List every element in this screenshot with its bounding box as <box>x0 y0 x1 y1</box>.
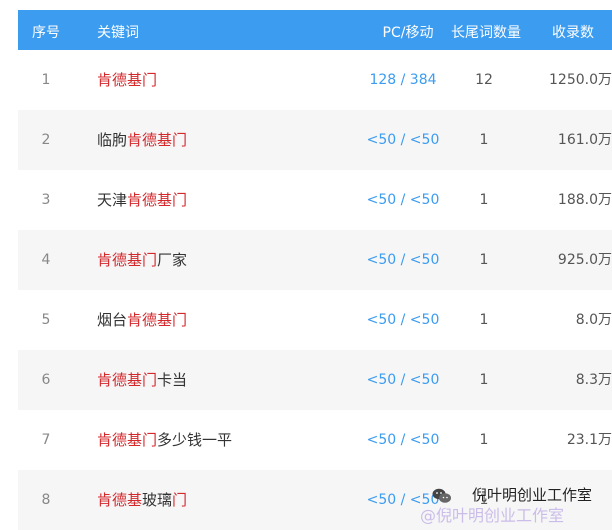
keyword-suffix: 厂家 <box>157 251 188 269</box>
table-row[interactable]: 3 天津肯德基门 <50 / <50 1 188.0万 <box>18 170 612 230</box>
keyword-highlight: 肯德基门 <box>127 311 188 329</box>
header-index: 序号 <box>32 25 60 41</box>
header-pc-mobile: PC/移动 <box>382 25 434 41</box>
row-indexed: 8.3万 <box>575 372 612 388</box>
table-row[interactable]: 6 肯德基门卡当 <50 / <50 1 8.3万 <box>18 350 612 410</box>
keyword-highlight: 肯德基门 <box>97 371 158 389</box>
row-long-tail: 1 <box>479 192 489 208</box>
table-row[interactable]: 4 肯德基门厂家 <50 / <50 1 925.0万 <box>18 230 612 290</box>
row-index: 1 <box>41 72 51 88</box>
row-index: 4 <box>41 252 51 268</box>
row-index: 7 <box>41 432 51 448</box>
row-long-tail: 1 <box>479 432 489 448</box>
row-keyword[interactable]: 天津肯德基门 <box>97 191 187 209</box>
row-keyword[interactable]: 肯德基玻璃门 <box>97 491 187 509</box>
row-indexed: 8.0万 <box>575 312 612 328</box>
row-indexed: 23.1万 <box>566 432 612 448</box>
keyword-table: 序号 关键词 PC/移动 长尾词数量 收录数 1 肯德基门 128 / 384 12 1… <box>18 10 612 530</box>
table-header: 序号 关键词 PC/移动 长尾词数量 收录数 <box>18 10 612 50</box>
row-keyword[interactable]: 烟台肯德基门 <box>97 311 187 329</box>
row-long-tail: 1 <box>479 132 489 148</box>
keyword-prefix: 临朐 <box>97 131 128 149</box>
row-long-tail: 12 <box>475 72 493 88</box>
table-row[interactable]: 5 烟台肯德基门 <50 / <50 1 8.0万 <box>18 290 612 350</box>
header-keyword: 关键词 <box>97 25 139 41</box>
header-long-tail: 长尾词数量 <box>451 25 521 41</box>
row-long-tail: 1 <box>479 372 489 388</box>
keyword-prefix: 烟台 <box>97 311 128 329</box>
row-indexed: 925.0万 <box>557 252 612 268</box>
keyword-highlight: 肯德基门 <box>97 71 158 89</box>
row-index: 2 <box>41 132 51 148</box>
table-row[interactable]: 7 肯德基门多少钱一平 <50 / <50 1 23.1万 <box>18 410 612 470</box>
row-long-tail: 1 <box>479 312 489 328</box>
keyword-highlight: 肯德基门 <box>97 251 158 269</box>
table-row[interactable]: 2 临朐肯德基门 <50 / <50 1 161.0万 <box>18 110 612 170</box>
keyword-suffix: 玻璃 <box>142 491 173 509</box>
row-keyword[interactable]: 肯德基门多少钱一平 <box>97 431 232 449</box>
row-index: 3 <box>41 192 51 208</box>
row-indexed: 1250.0万 <box>549 72 612 88</box>
row-index: 5 <box>41 312 51 328</box>
row-index: 8 <box>41 492 51 508</box>
watermark: 倪叶明创业工作室 @倪叶明创业工作室 <box>420 484 612 525</box>
row-index: 6 <box>41 372 51 388</box>
keyword-highlight: 肯德基门 <box>97 431 158 449</box>
watermark-handle: @倪叶明创业工作室 <box>420 506 565 525</box>
table-row[interactable]: 1 肯德基门 128 / 384 12 1250.0万 <box>18 50 612 110</box>
keyword-highlight: 肯德基门 <box>127 191 188 209</box>
header-indexed: 收录数 <box>552 25 594 41</box>
row-keyword[interactable]: 肯德基门卡当 <box>97 371 187 389</box>
keyword-suffix: 多少钱一平 <box>157 431 233 449</box>
table-body: 1 肯德基门 128 / 384 12 1250.0万 2 临朐肯德基门 <50 / <50 1… <box>18 50 612 530</box>
keyword-highlight: 肯德基 <box>97 491 143 509</box>
row-keyword[interactable]: 肯德基门 <box>97 71 157 89</box>
keyword-highlight: 肯德基门 <box>127 131 188 149</box>
keyword-suffix: 卡当 <box>157 371 188 389</box>
row-indexed: 161.0万 <box>557 132 612 148</box>
keyword-highlight: 门 <box>172 491 188 509</box>
keyword-prefix: 天津 <box>97 191 128 209</box>
row-indexed: 188.0万 <box>557 192 612 208</box>
row-keyword[interactable]: 肯德基门厂家 <box>97 251 187 269</box>
row-long-tail: 1 <box>479 252 489 268</box>
row-keyword[interactable]: 临朐肯德基门 <box>97 131 187 149</box>
